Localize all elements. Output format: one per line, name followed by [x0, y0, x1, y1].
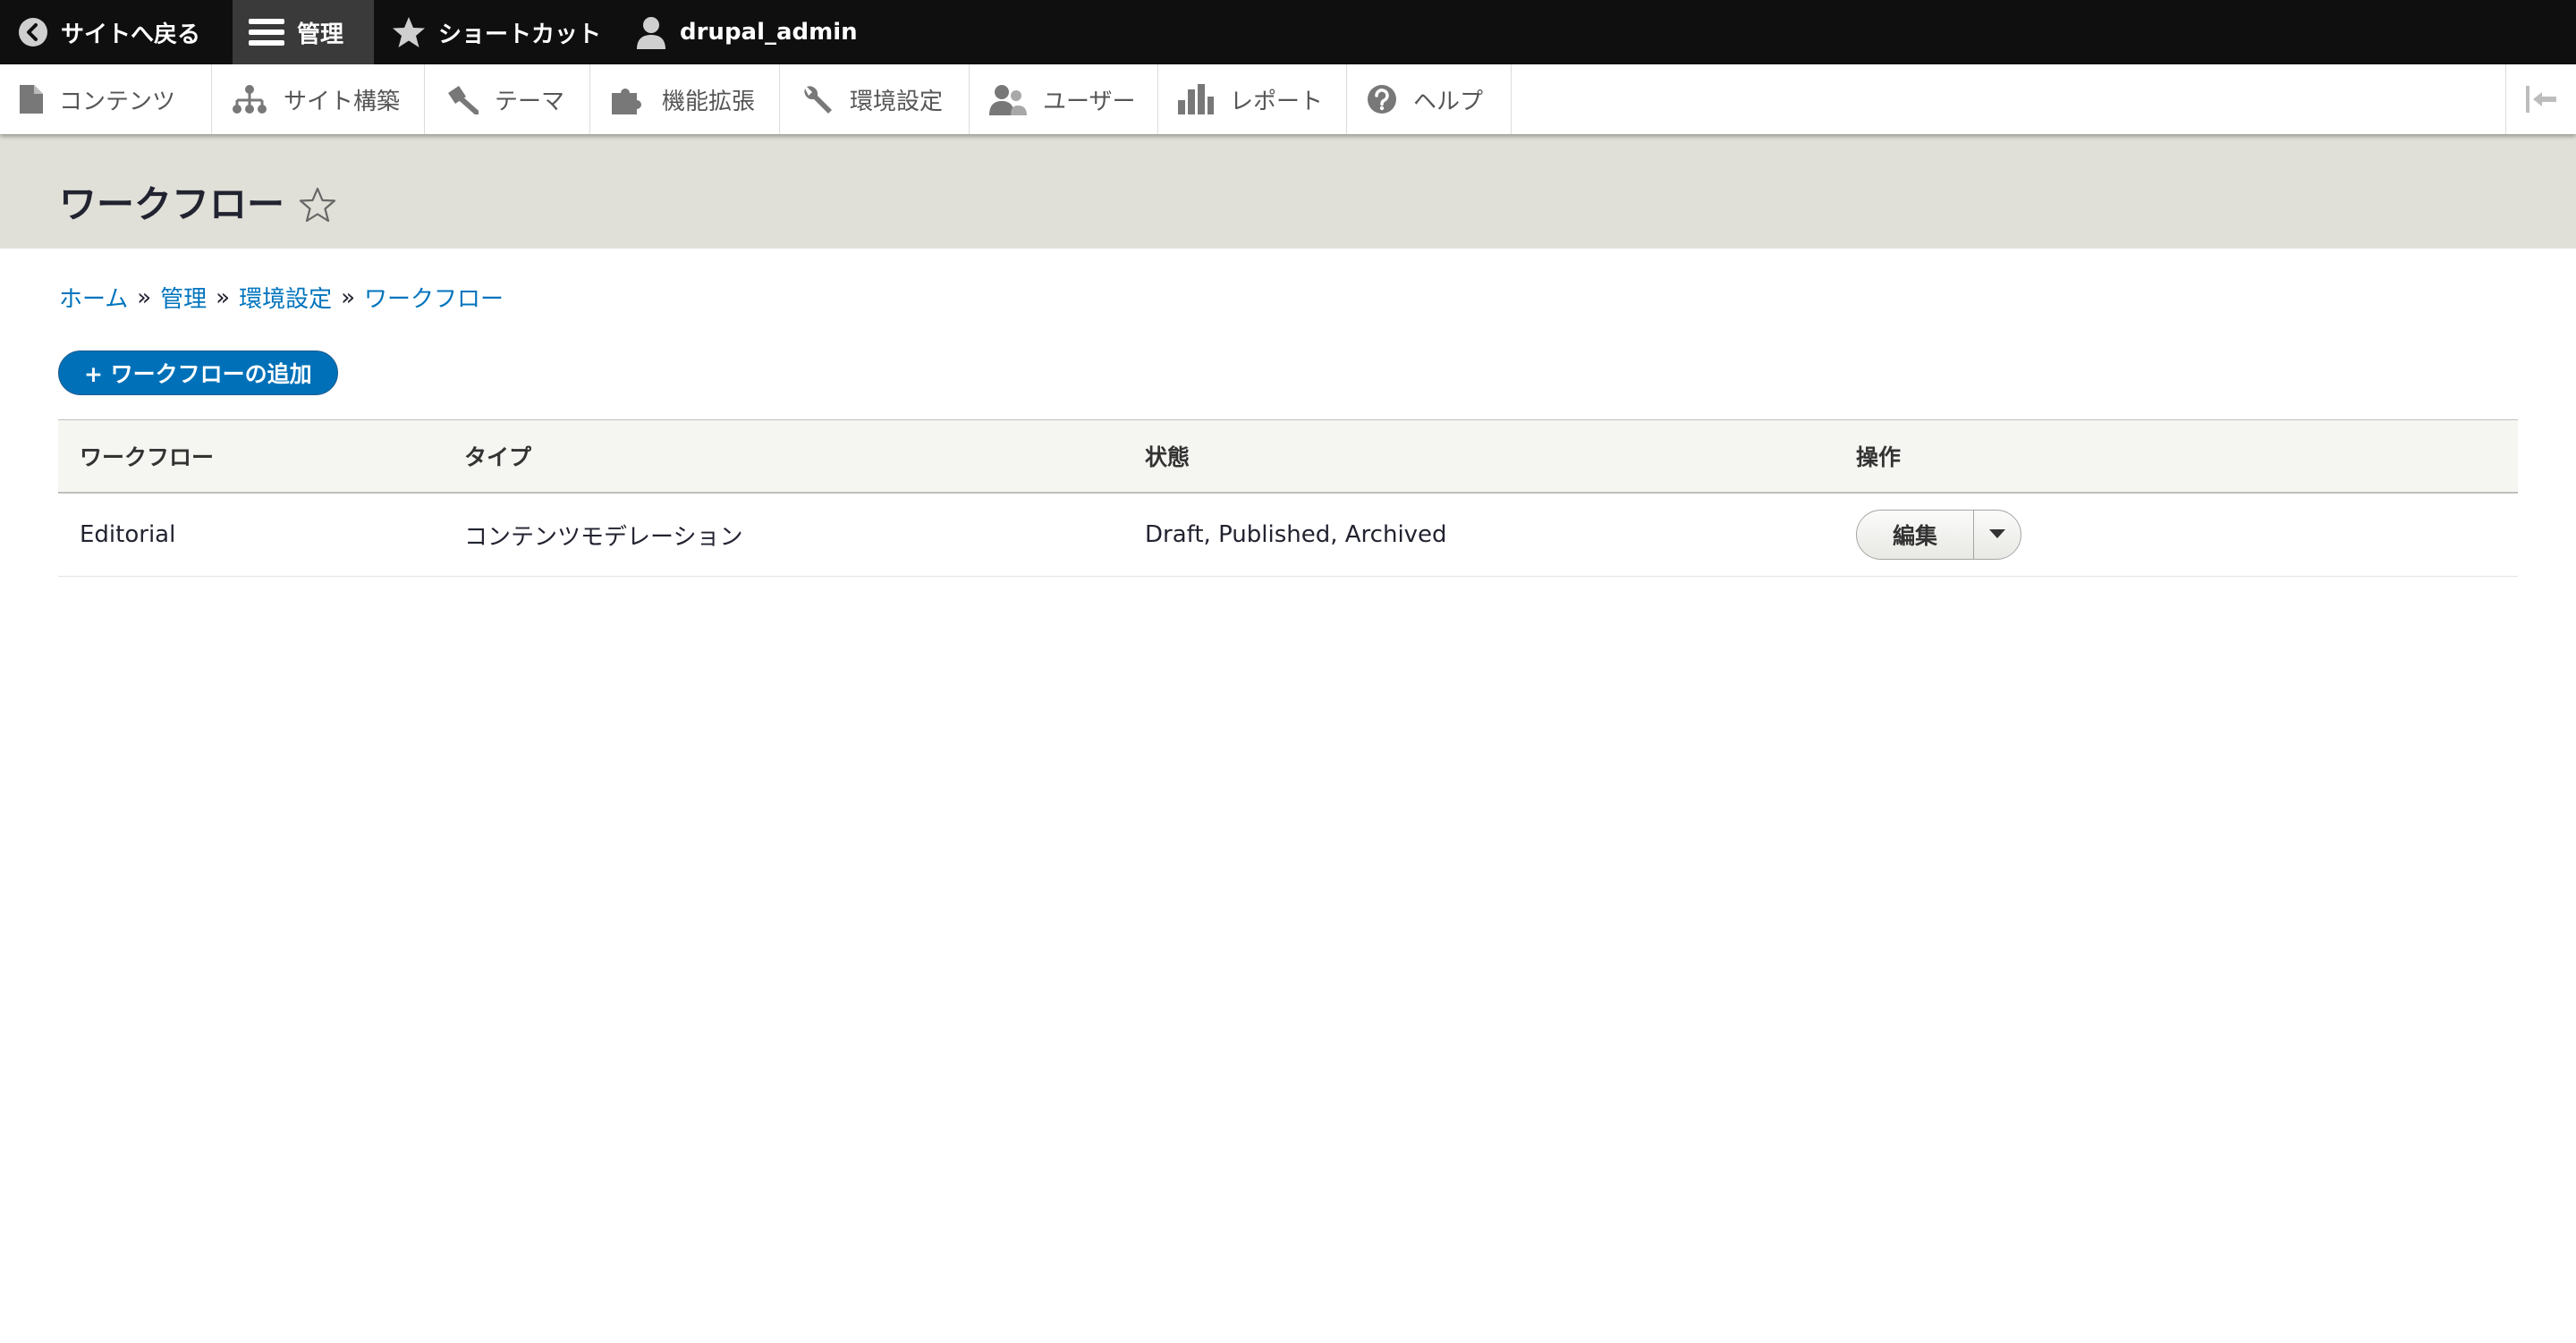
column-header-operations: 操作 — [1835, 419, 2518, 494]
breadcrumb-separator: » — [341, 283, 356, 311]
collapse-tray-icon — [2526, 86, 2556, 113]
breadcrumb-link-admin[interactable]: 管理 — [160, 281, 207, 314]
table-header-row: ワークフロー タイプ 状態 操作 — [58, 419, 2518, 494]
tray-item-reports[interactable]: レポート — [1158, 64, 1347, 134]
bar-chart-icon — [1178, 84, 1214, 114]
people-icon — [989, 85, 1027, 115]
tray-item-label: 環境設定 — [850, 88, 944, 115]
sitemap-icon — [233, 85, 267, 114]
breadcrumb: ホーム » 管理 » 環境設定 » ワークフロー — [59, 281, 504, 314]
back-arrow-icon — [19, 18, 47, 46]
tray-item-label: ユーザー — [1043, 88, 1136, 115]
column-header-states: 状態 — [1123, 419, 1835, 494]
page-header: ワークフロー — [0, 134, 2576, 249]
back-to-site-label: サイトへ戻る — [61, 21, 201, 48]
tray-item-label: コンテンツ — [59, 88, 176, 115]
page-title-text: ワークフロー — [59, 182, 285, 226]
tray-item-label: 機能拡張 — [662, 88, 756, 115]
breadcrumb-link-config[interactable]: 環境設定 — [239, 281, 332, 314]
tray-item-extend[interactable]: 機能拡張 — [590, 64, 780, 134]
star-icon — [393, 17, 425, 47]
admin-tray: コンテンツ サイト構築 テーマ 機能拡張 環境設定 ユーザー レポート ヘルプ — [0, 64, 2576, 134]
manage-label: 管理 — [297, 21, 344, 48]
workflows-table: ワークフロー タイプ 状態 操作 Editorial コンテンツモデレーション … — [58, 419, 2518, 577]
tray-item-label: ヘルプ — [1413, 88, 1484, 115]
paintbrush-icon — [448, 86, 479, 114]
tray-orientation-toggle[interactable] — [2505, 64, 2576, 134]
tray-item-people[interactable]: ユーザー — [970, 64, 1158, 134]
cell-operations: 編集 — [1835, 493, 2518, 577]
tray-item-label: テーマ — [495, 88, 565, 115]
shortcuts-tab[interactable]: ショートカット — [374, 0, 635, 64]
table-row: Editorial コンテンツモデレーション Draft, Published,… — [58, 493, 2518, 577]
tray-item-label: サイト構築 — [284, 88, 401, 115]
hamburger-icon — [249, 19, 284, 46]
star-outline-icon[interactable] — [299, 187, 336, 223]
user-icon — [637, 17, 665, 49]
page-title: ワークフロー — [59, 186, 336, 224]
column-header-type: タイプ — [443, 419, 1123, 494]
tray-item-label: レポート — [1230, 88, 1324, 115]
edit-button[interactable]: 編集 — [1857, 511, 1975, 559]
add-workflow-button[interactable]: + ワークフローの追加 — [58, 351, 338, 395]
tray-item-content[interactable]: コンテンツ — [0, 64, 212, 134]
cell-workflow-name: Editorial — [58, 493, 443, 577]
help-icon — [1368, 85, 1396, 114]
toolbar-bar: サイトへ戻る 管理 ショートカット drupal_admin — [0, 0, 2576, 64]
puzzle-icon — [612, 89, 642, 114]
tray-item-configuration[interactable]: 環境設定 — [780, 64, 970, 134]
column-header-workflow: ワークフロー — [58, 419, 443, 494]
breadcrumb-link-workflows[interactable]: ワークフロー — [364, 281, 504, 314]
tray-item-structure[interactable]: サイト構築 — [212, 64, 425, 134]
tray-item-help[interactable]: ヘルプ — [1347, 64, 1512, 134]
cell-workflow-states: Draft, Published, Archived — [1123, 493, 1835, 577]
caret-down-icon — [1989, 529, 2006, 538]
manage-tab[interactable]: 管理 — [233, 0, 374, 64]
tray-item-appearance[interactable]: テーマ — [425, 64, 590, 134]
file-icon — [20, 85, 43, 114]
shortcuts-label: ショートカット — [438, 21, 602, 48]
tray-spacer — [1512, 64, 2505, 134]
wrench-icon — [804, 86, 832, 114]
user-label: drupal_admin — [680, 19, 858, 46]
breadcrumb-separator: » — [137, 283, 152, 311]
cell-workflow-type: コンテンツモデレーション — [443, 493, 1123, 577]
user-tab[interactable]: drupal_admin — [635, 0, 858, 64]
dropbutton-toggle[interactable] — [1974, 511, 2021, 559]
breadcrumb-separator: » — [216, 283, 231, 311]
back-to-site-link[interactable]: サイトへ戻る — [0, 0, 233, 64]
breadcrumb-link-home[interactable]: ホーム — [59, 281, 128, 314]
operations-dropbutton: 編集 — [1856, 510, 2022, 560]
